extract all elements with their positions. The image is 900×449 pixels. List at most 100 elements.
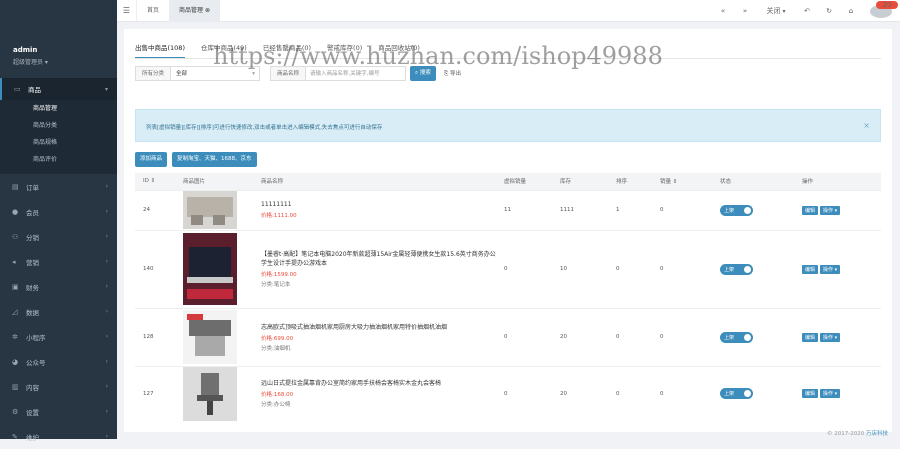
cell-sales: 0 (652, 307, 712, 366)
edit-button[interactable]: 编辑 (802, 389, 819, 398)
sidebar-item-goods[interactable]: ▭ 商品 ▾ (0, 78, 117, 100)
action-buttons: 添加商品 复制淘宝、天猫、1688、京东 (135, 152, 257, 167)
sidebar-item-label: 营销 (26, 258, 39, 267)
refresh-icon[interactable]: ↻ (818, 7, 840, 15)
cell-sort[interactable]: 0 (608, 365, 652, 421)
close-tabs-dropdown[interactable]: 关闭 ▾ (756, 6, 796, 16)
export-icon: ⎘ (443, 71, 449, 77)
search-icon: ⌕ (415, 70, 419, 76)
sidebar-item-0[interactable]: ▤ 订单 › (0, 174, 117, 199)
wallet-icon: ▣ (12, 282, 19, 291)
status-toggle[interactable]: 上架 (720, 263, 753, 275)
sidebar-sub-goods-manage[interactable]: 商品管理 (0, 100, 117, 117)
cell-virtual-sales[interactable]: 0 (496, 229, 552, 308)
cell-name: 志高欧式顶吸式抽油烟机家用厨房大吸力抽油烟机家用特价抽烟机油烟 价格:699.00… (253, 307, 496, 366)
more-actions-button[interactable]: 操作 ▾ (820, 205, 841, 215)
cell-stock[interactable]: 10 (552, 229, 608, 308)
edit-button[interactable]: 编辑 (802, 332, 819, 342)
cell-sales: 0 (652, 365, 712, 421)
cell-sort[interactable]: 1 (608, 189, 652, 230)
chevron-right-icon: › (105, 208, 108, 215)
tab-home[interactable]: 首页 (137, 0, 169, 22)
scroll-right-icon[interactable]: » (734, 7, 756, 15)
sidebar-sub-goods-review[interactable]: 商品评价 (0, 151, 117, 168)
close-icon[interactable]: × (863, 121, 870, 130)
cell-virtual-sales[interactable]: 0 (496, 365, 552, 421)
cell-virtual-sales[interactable]: 0 (496, 307, 552, 366)
category-label: 所有分类 (135, 66, 172, 81)
sidebar-item-label: 公众号 (26, 358, 46, 367)
username: admin (13, 46, 38, 54)
product-name[interactable]: 远山日式提拉金属靠背办公室简约家用手扶椅会客椅实木金丸会客椅 (261, 379, 496, 388)
cell-image (175, 365, 253, 421)
cell-name: 【墨睿t·高配】笔记本电脑2020年新款超薄15Air金属轻薄便携女生款15.6… (253, 229, 496, 308)
cell-id: 140 (135, 229, 175, 308)
scroll-left-icon[interactable]: « (712, 7, 734, 15)
cell-sort[interactable]: 0 (608, 229, 652, 308)
col-sales[interactable]: 销量 ⇕ (652, 173, 712, 190)
cell-virtual-sales[interactable]: 11 (496, 189, 552, 230)
back-icon[interactable]: ↶ (796, 7, 818, 15)
col-actions: 操作 (794, 173, 881, 190)
more-actions-button[interactable]: 操作 ▾ (820, 264, 841, 274)
brand-link[interactable]: 万店科技 (866, 431, 888, 437)
more-actions-button[interactable]: 操作 ▾ (820, 389, 841, 398)
sidebar-item-label: 数据 (26, 308, 39, 317)
main-content: 出售中商品(108) 仓库中商品(49) 已经售罄商品(0) 警戒库存(0) 商… (117, 22, 900, 439)
lock-icon[interactable]: ⌂ (840, 7, 862, 15)
cell-sort[interactable]: 0 (608, 307, 652, 366)
sidebar-item-1[interactable]: ● 会员 › (0, 199, 117, 224)
cell-id: 24 (135, 189, 175, 230)
tab-goods-manage[interactable]: 商品管理 ⊗ (169, 0, 220, 22)
export-button[interactable]: ⎘ 导出 (444, 69, 461, 78)
topbar-right: « » 关闭 ▾ ↶ ↻ ⌂ 20 (712, 0, 900, 22)
sidebar-item-7[interactable]: ◕ 公众号 › (0, 349, 117, 374)
sidebar-sub-goods-category[interactable]: 商品分类 (0, 117, 117, 134)
status-toggle[interactable]: 上架 (720, 204, 753, 216)
sidebar-item-label: 财务 (26, 283, 39, 292)
sort-icon[interactable]: ⇕ (673, 179, 678, 185)
table-header: ID ⇕ 商品图片 商品名称 虚拟销量 库存 排序 销量 ⇕ 状态 操作 (135, 173, 881, 190)
sidebar-item-4[interactable]: ▣ 财务 › (0, 274, 117, 299)
cell-stock[interactable]: 1111 (552, 189, 608, 230)
avatar[interactable]: 20 (870, 0, 898, 18)
product-name[interactable]: 【墨睿t·高配】笔记本电脑2020年新款超薄15Air金属轻薄便携女生款15.6… (261, 250, 496, 268)
cell-status: 上架 (712, 189, 794, 230)
sidebar-item-8[interactable]: ▥ 内容 › (0, 374, 117, 399)
sidebar-item-6[interactable]: ✲ 小程序 › (0, 324, 117, 349)
add-goods-button[interactable]: 添加商品 (135, 152, 168, 167)
col-status: 状态 (712, 173, 794, 190)
sidebar-sub-goods-spec[interactable]: 商品规格 (0, 134, 117, 151)
sidebar-item-2[interactable]: ⚇ 分销 › (0, 224, 117, 249)
close-icon[interactable]: ⊗ (205, 7, 210, 14)
chevron-right-icon: › (105, 383, 108, 390)
menu-toggle-icon[interactable]: ☰ (117, 0, 137, 22)
sidebar-item-9[interactable]: ⚙ 设置 › (0, 399, 117, 424)
copy-goods-button[interactable]: 复制淘宝、天猫、1688、京东 (172, 152, 257, 167)
sidebar-item-3[interactable]: ◂ 营销 › (0, 249, 117, 274)
product-price: 价格:1111.00 (261, 212, 297, 219)
col-image: 商品图片 (175, 173, 253, 190)
chevron-right-icon: › (105, 333, 108, 340)
edit-button[interactable]: 编辑 (802, 205, 819, 215)
status-toggle[interactable]: 上架 (720, 388, 753, 399)
tab-on-sale[interactable]: 出售中商品(108) (135, 42, 185, 59)
col-virtual-sales: 虚拟销量 (496, 173, 552, 190)
more-actions-button[interactable]: 操作 ▾ (820, 332, 841, 342)
sidebar-item-10[interactable]: ✎ 维护 › (0, 424, 117, 449)
cell-stock[interactable]: 20 (552, 365, 608, 421)
user-icon: ● (12, 207, 19, 216)
product-name[interactable]: 志高欧式顶吸式抽油烟机家用厨房大吸力抽油烟机家用特价抽烟机油烟 (261, 323, 496, 332)
sort-icon[interactable]: ⇕ (151, 178, 156, 184)
footer: © 2017-2020 万店科技 (827, 429, 888, 437)
cell-actions: 编辑 操作 ▾ (794, 189, 881, 230)
product-name[interactable]: 11111111 (261, 200, 496, 209)
sidebar-item-5[interactable]: ◿ 数据 › (0, 299, 117, 324)
edit-button[interactable]: 编辑 (802, 264, 819, 274)
cell-sales: 0 (652, 189, 712, 230)
cell-stock[interactable]: 20 (552, 307, 608, 366)
col-id[interactable]: ID ⇕ (135, 173, 175, 190)
user-panel[interactable]: admin 超级管理员 ▾ (0, 0, 117, 78)
cell-status: 上架 (712, 365, 794, 421)
status-toggle[interactable]: 上架 (720, 331, 753, 343)
